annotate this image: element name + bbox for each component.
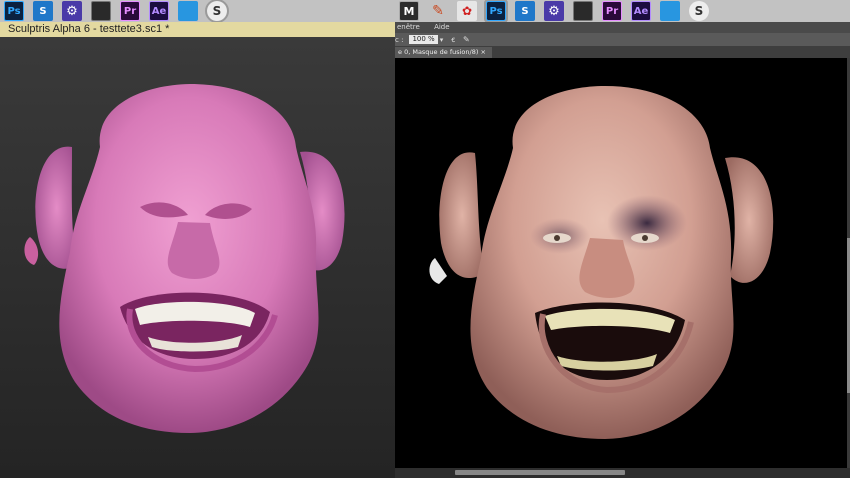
after-effects-icon[interactable]: Ae	[149, 1, 169, 21]
camera-app-icon[interactable]	[91, 1, 111, 21]
m-app-icon[interactable]: M	[399, 1, 419, 21]
document-tab-label: e 0, Masque de fusion/8)	[398, 48, 479, 56]
photoshop-icon[interactable]: Ps	[484, 0, 508, 23]
airbrush-icon[interactable]: ꞓ	[451, 34, 455, 45]
gear-icon[interactable]: ⚙	[544, 1, 564, 21]
photoshop-options-bar: c : 100 % ▾ ꞓ ✎	[395, 33, 850, 46]
close-icon[interactable]: ×	[480, 48, 485, 56]
sculptris-s-icon[interactable]: S	[515, 1, 535, 21]
sculptris-s-icon[interactable]: S	[33, 1, 53, 21]
sculptris-window-title: Sculptris Alpha 6 - testtete3.sc1 *	[8, 23, 170, 35]
sculptris-icon[interactable]: S	[205, 0, 229, 23]
window-icon[interactable]	[178, 1, 198, 21]
painted-head-image	[429, 86, 774, 439]
menu-help[interactable]: Aide	[434, 23, 449, 31]
photoshop-icon[interactable]: Ps	[4, 1, 24, 21]
premiere-icon[interactable]: Pr	[120, 1, 140, 21]
sculptris-icon[interactable]: S	[689, 1, 709, 21]
left-taskbar: Ps S ⚙ Pr Ae S	[0, 0, 395, 23]
after-effects-icon[interactable]: Ae	[631, 1, 651, 21]
horizontal-scrollbar[interactable]	[395, 468, 850, 478]
pressure-icon[interactable]: ✎	[463, 35, 470, 44]
pencil-icon[interactable]: ✎	[428, 1, 448, 21]
photoshop-canvas[interactable]	[395, 58, 847, 468]
menu-window[interactable]: enêtre	[397, 23, 420, 31]
pink-head-sculpt	[24, 84, 345, 433]
window-icon[interactable]	[660, 1, 680, 21]
right-taskbar: M ✎ ✿ Ps S ⚙ Pr Ae S	[395, 0, 850, 23]
zoom-field[interactable]: 100 %	[409, 35, 438, 44]
zoom-dropdown-icon[interactable]: ▾	[440, 36, 444, 44]
camera-app-icon[interactable]	[573, 1, 593, 21]
document-tab-bar: e 0, Masque de fusion/8) ×	[395, 46, 850, 58]
bug-app-icon[interactable]: ✿	[457, 1, 477, 21]
premiere-icon[interactable]: Pr	[602, 1, 622, 21]
sculptris-viewport[interactable]	[0, 37, 395, 478]
options-prefix: c :	[395, 35, 404, 44]
photoshop-menu-bar: enêtre Aide	[395, 22, 850, 33]
horizontal-scroll-thumb[interactable]	[455, 470, 625, 475]
gear-icon[interactable]: ⚙	[62, 1, 82, 21]
document-tab[interactable]: e 0, Masque de fusion/8) ×	[395, 47, 492, 58]
sculptris-title-bar[interactable]: Sculptris Alpha 6 - testtete3.sc1 *	[0, 22, 395, 37]
